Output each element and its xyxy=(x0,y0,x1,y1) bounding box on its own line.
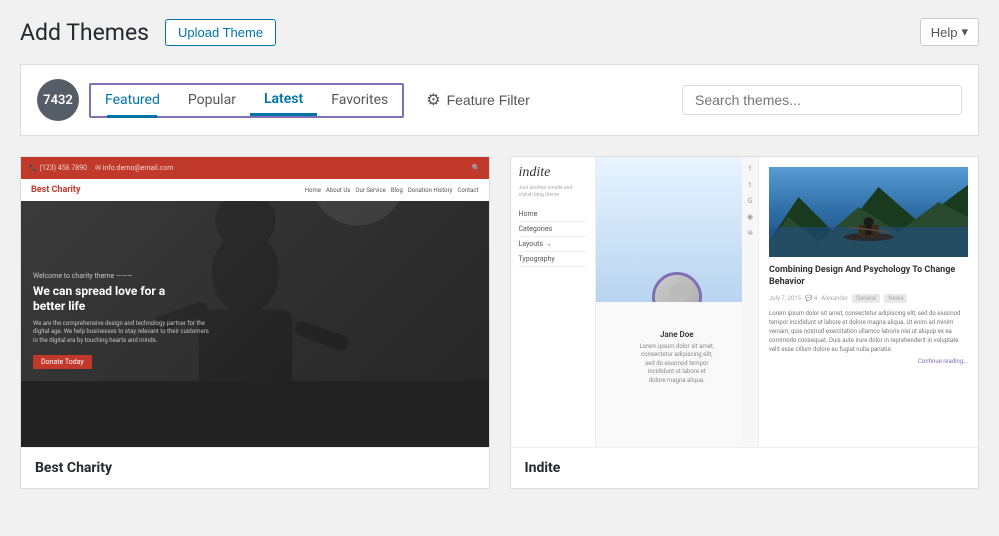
charity-navbar: Best Charity HomeAbout UsOur ServiceBlog… xyxy=(21,179,489,201)
indite-main: Jane Doe Lorem ipsum dolor sit amet,cons… xyxy=(596,157,759,447)
feature-filter-label: Feature Filter xyxy=(447,92,530,108)
indite-continue-reading: Continue reading... xyxy=(769,358,968,365)
indite-tagline: Just another simple and stylish blog the… xyxy=(519,185,587,199)
charity-donate-btn: Donate Today xyxy=(33,355,92,369)
theme-card-indite[interactable]: indite Just another simple and stylish b… xyxy=(510,156,980,489)
indite-nav-home: Home xyxy=(519,207,587,222)
tab-latest[interactable]: Latest xyxy=(250,85,317,116)
post-comments: 💬 4 xyxy=(805,295,817,302)
charity-hero-content: Welcome to charity theme ——— We can spre… xyxy=(33,272,477,369)
indite-post-text: Lorem ipsum dolor sit amet, consectetur … xyxy=(769,309,968,354)
themes-grid: 📞 (123) 456 7890 ✉ info.demo@email.com 🔍… xyxy=(20,156,979,489)
theme-name-best-charity: Best Charity xyxy=(21,447,489,488)
theme-preview-best-charity: 📞 (123) 456 7890 ✉ info.demo@email.com 🔍… xyxy=(21,157,489,447)
indite-author-bio: Lorem ipsum dolor sit amet,consectetur a… xyxy=(604,343,751,385)
page-title: Add Themes xyxy=(20,19,149,46)
indite-author-name: Jane Doe xyxy=(604,330,751,339)
indite-right: Combining Design And Psychology To Chang… xyxy=(758,157,978,447)
chevron-down-icon: ▾ xyxy=(961,24,968,40)
indite-nav-layouts: Layouts → xyxy=(519,237,587,252)
indite-post-title: Combining Design And Psychology To Chang… xyxy=(769,265,968,288)
indite-sidebar: indite Just another simple and stylish b… xyxy=(511,157,596,447)
indite-logo: indite xyxy=(519,165,587,181)
post-author: Alexander xyxy=(821,295,848,302)
filter-bar: 7432 Featured Popular Latest Favorites ⚙… xyxy=(20,64,979,136)
indite-image-area xyxy=(596,157,759,302)
post-date: July 7, 2015 xyxy=(769,295,801,302)
indite-post-image xyxy=(769,167,968,257)
google-icon: G xyxy=(748,197,753,205)
post-tag-general: General xyxy=(852,294,880,303)
indite-content-area: Jane Doe Lorem ipsum dolor sit amet,cons… xyxy=(596,302,759,393)
charity-logo: Best Charity xyxy=(31,185,299,195)
upload-theme-button[interactable]: Upload Theme xyxy=(165,19,276,46)
indite-social-icons: f t G ◉ ⊛ xyxy=(742,157,758,447)
charity-topbar-search: 🔍 xyxy=(472,164,481,172)
help-label: Help xyxy=(931,25,958,40)
charity-topbar: 📞 (123) 456 7890 ✉ info.demo@email.com 🔍 xyxy=(21,157,489,179)
tab-group: Featured Popular Latest Favorites xyxy=(89,83,404,118)
charity-email: ✉ info.demo@email.com xyxy=(95,164,173,172)
twitter-icon: t xyxy=(749,181,751,189)
feature-filter-button[interactable]: ⚙ Feature Filter xyxy=(414,84,542,116)
tab-featured[interactable]: Featured xyxy=(91,86,174,114)
help-button[interactable]: Help ▾ xyxy=(920,18,979,46)
charity-headline: We can spread love for abetter life xyxy=(33,284,477,315)
tab-favorites[interactable]: Favorites xyxy=(317,86,402,114)
theme-count-badge: 7432 xyxy=(37,79,79,121)
tab-popular[interactable]: Popular xyxy=(174,86,250,114)
theme-card-best-charity[interactable]: 📞 (123) 456 7890 ✉ info.demo@email.com 🔍… xyxy=(20,156,490,489)
charity-hero: Welcome to charity theme ——— We can spre… xyxy=(21,201,489,381)
indite-post-meta: July 7, 2015 💬 4 Alexander General News xyxy=(769,294,968,303)
theme-preview-indite: indite Just another simple and stylish b… xyxy=(511,157,979,447)
github-icon: ⊛ xyxy=(747,229,753,237)
post-tag-news: News xyxy=(884,294,907,303)
charity-nav-links: HomeAbout UsOur ServiceBlogDonation Hist… xyxy=(305,187,479,194)
charity-phone: 📞 (123) 456 7890 xyxy=(29,164,87,172)
indite-nav-categories: Categories xyxy=(519,222,587,237)
charity-subtitle: Welcome to charity theme ——— xyxy=(33,272,477,280)
instagram-icon: ◉ xyxy=(747,213,753,221)
gear-icon: ⚙ xyxy=(426,90,440,110)
header-row: Add Themes Upload Theme Help ▾ xyxy=(20,18,979,46)
facebook-icon: f xyxy=(749,165,751,173)
indite-nav-typography: Typography xyxy=(519,252,587,267)
charity-desc: We are the comprehensive design and tech… xyxy=(33,320,477,345)
page-wrapper: Add Themes Upload Theme Help ▾ 7432 Feat… xyxy=(0,0,999,536)
search-themes-input[interactable] xyxy=(682,85,962,115)
theme-name-indite: Indite xyxy=(511,447,979,488)
